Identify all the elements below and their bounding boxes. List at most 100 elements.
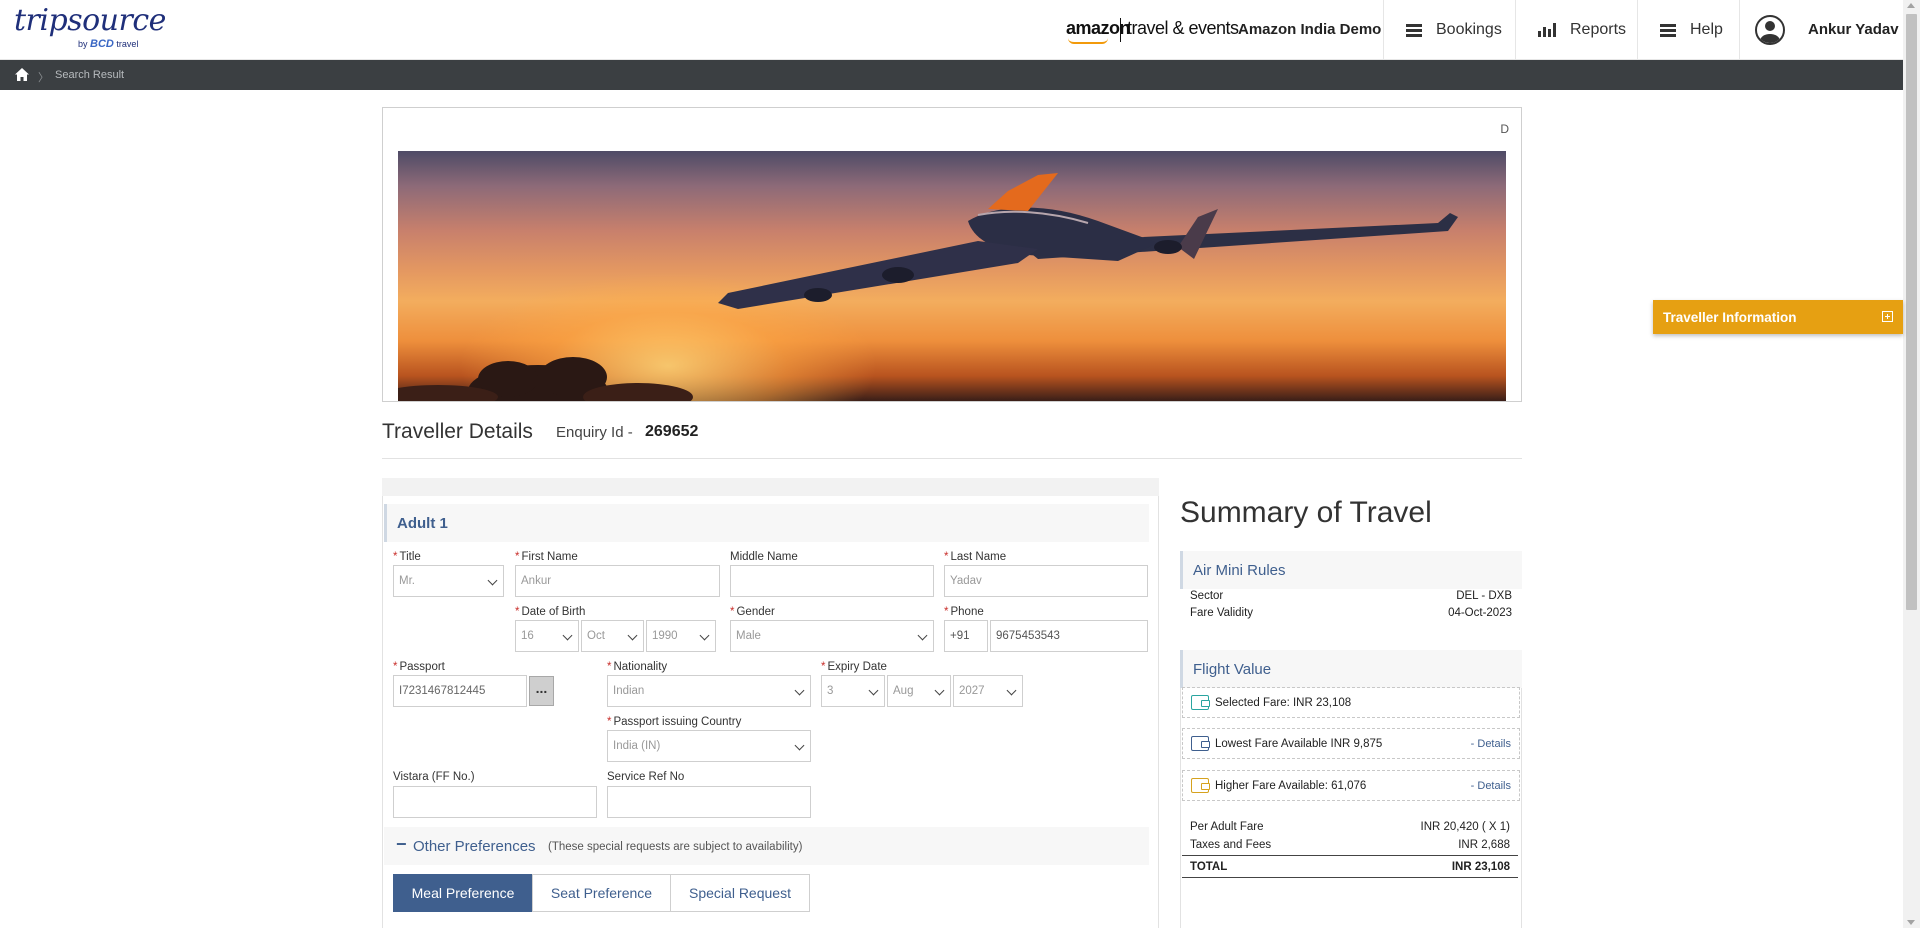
- expiry-month-select[interactable]: Aug: [887, 675, 951, 707]
- bar-chart-icon: [1538, 23, 1556, 37]
- flight-value-title: Flight Value: [1193, 661, 1272, 678]
- phone-country-code[interactable]: +91: [944, 620, 988, 652]
- logo-bcd: BCD: [90, 38, 114, 50]
- nav-reports[interactable]: Reports: [1515, 0, 1637, 60]
- scroll-up-arrow-icon[interactable]: [1907, 3, 1915, 8]
- logo-travel: travel: [116, 39, 139, 49]
- scroll-down-arrow-icon[interactable]: [1907, 920, 1915, 925]
- last-name-field[interactable]: Yadav: [944, 565, 1148, 597]
- service-ref-field[interactable]: [607, 786, 811, 818]
- wallet-icon: [1191, 736, 1210, 751]
- total-row: TOTAL INR 23,108: [1190, 861, 1510, 873]
- higher-fare-details-link[interactable]: - Details: [1471, 780, 1511, 792]
- dob-label: * Date of Birth: [515, 606, 586, 618]
- traveller-details-title: Traveller Details: [382, 420, 533, 443]
- enquiry-id-label: Enquiry Id -: [556, 424, 633, 441]
- gender-label: * Gender: [730, 606, 775, 618]
- collapse-icon[interactable]: −: [396, 834, 407, 855]
- fare-validity-label: Fare Validity: [1190, 607, 1254, 619]
- tab-seat-preference[interactable]: Seat Preference: [532, 874, 671, 912]
- total-divider: [1182, 877, 1518, 878]
- expiry-date-label: * Expiry Date: [821, 661, 887, 673]
- traveller-information-tab[interactable]: Traveller Information: [1653, 300, 1903, 334]
- last-name-label: * Last Name: [944, 551, 1007, 563]
- middle-name-field[interactable]: [730, 565, 934, 597]
- nav-reports-label: Reports: [1570, 21, 1627, 38]
- sector-row: Sector DEL - DXB: [1190, 590, 1512, 602]
- wallet-icon: [1191, 778, 1210, 793]
- taxes-fees-row: Taxes and Fees INR 2,688: [1190, 839, 1510, 851]
- airplane-banner-image: [398, 151, 1506, 401]
- selected-fare-text: Selected Fare: INR 23,108: [1215, 697, 1352, 709]
- dob-month-select[interactable]: Oct: [581, 620, 644, 652]
- travel-events-brand: travel & events: [1127, 18, 1239, 38]
- vertical-scrollbar[interactable]: [1903, 0, 1920, 928]
- sector-label: Sector: [1190, 590, 1224, 602]
- air-mini-rules-title: Air Mini Rules: [1193, 562, 1286, 579]
- passport-more-button[interactable]: ...: [529, 676, 554, 706]
- title-label: * Title: [393, 551, 421, 563]
- middle-name-label: Middle Name: [730, 551, 798, 563]
- issuing-country-label: * Passport issuing Country: [607, 716, 742, 728]
- fare-validity-row: Fare Validity 04-Oct-2023: [1190, 607, 1512, 619]
- user-name[interactable]: Ankur Yadav: [1808, 21, 1899, 38]
- expiry-day-select[interactable]: 3: [821, 675, 885, 707]
- amazon-smile-icon: [1068, 38, 1108, 44]
- lowest-fare-row: Lowest Fare Available INR 9,875 - Detail…: [1182, 728, 1520, 759]
- selected-fare-row: Selected Fare: INR 23,108: [1182, 687, 1520, 718]
- other-preferences-title: Other Preferences: [413, 838, 536, 855]
- nav-bookings[interactable]: Bookings: [1383, 0, 1515, 60]
- ff-no-field[interactable]: [393, 786, 597, 818]
- airplane-icon: [398, 173, 1458, 401]
- nav-bookings-label: Bookings: [1436, 21, 1502, 38]
- home-icon[interactable]: [15, 68, 29, 81]
- enquiry-id-value: 269652: [645, 423, 699, 440]
- tab-special-request[interactable]: Special Request: [670, 874, 810, 912]
- dob-day-select[interactable]: 16: [515, 620, 579, 652]
- issuing-country-select[interactable]: India (IN): [607, 730, 811, 762]
- phone-number-field[interactable]: 9675453543: [990, 620, 1148, 652]
- scrollbar-thumb[interactable]: [1906, 14, 1917, 610]
- phone-label: * Phone: [944, 606, 984, 618]
- flight-value-header: Flight Value: [1180, 650, 1522, 688]
- menu-icon: [1660, 23, 1676, 37]
- divider: [382, 458, 1522, 459]
- adult-1-header: Adult 1: [384, 504, 1149, 542]
- breadcrumb-search-result[interactable]: Search Result: [55, 69, 124, 81]
- higher-fare-row: Higher Fare Available: 61,076 - Details: [1182, 770, 1520, 801]
- tab-meal-preference[interactable]: Meal Preference: [393, 874, 533, 912]
- ff-no-label: Vistara (FF No.): [393, 771, 475, 783]
- service-ref-label: Service Ref No: [607, 771, 685, 783]
- lowest-fare-details-link[interactable]: - Details: [1471, 738, 1511, 750]
- logo-byline: by BCD travel: [78, 38, 138, 50]
- banner-panel: D: [382, 107, 1522, 402]
- other-preferences-header[interactable]: − Other Preferences (These special reque…: [384, 827, 1149, 865]
- logo-wordmark: tripsource: [14, 3, 166, 38]
- lowest-fare-text: Lowest Fare Available INR 9,875: [1215, 738, 1383, 750]
- user-avatar-icon[interactable]: [1755, 15, 1785, 45]
- banner-corner-text: D: [1500, 122, 1509, 136]
- taxes-fees-value: INR 2,688: [1458, 839, 1510, 851]
- dob-year-select[interactable]: 1990: [646, 620, 716, 652]
- top-header: tripsource by BCD travel amazon travel &…: [0, 0, 1903, 60]
- expiry-year-select[interactable]: 2027: [953, 675, 1023, 707]
- company-name: Amazon India Demo: [1238, 21, 1382, 38]
- passport-field[interactable]: I7231467812445: [393, 675, 527, 707]
- passport-label: * Passport: [393, 661, 445, 673]
- first-name-label: * First Name: [515, 551, 578, 563]
- form-top-bar: [382, 478, 1159, 496]
- other-preferences-note: (These special requests are subject to a…: [548, 841, 803, 853]
- expand-icon[interactable]: [1882, 311, 1893, 322]
- nationality-select[interactable]: Indian: [607, 675, 811, 707]
- logo-by: by: [78, 39, 88, 49]
- first-name-field[interactable]: Ankur: [515, 565, 720, 597]
- tripsource-logo[interactable]: tripsource by BCD travel: [14, 3, 166, 51]
- nav-help[interactable]: Help: [1637, 0, 1739, 60]
- title-select[interactable]: Mr.: [393, 565, 504, 597]
- fare-validity-value: 04-Oct-2023: [1448, 607, 1512, 619]
- gender-select[interactable]: Male: [730, 620, 934, 652]
- breadcrumb-separator: 〉: [38, 72, 49, 84]
- total-label: TOTAL: [1190, 861, 1228, 873]
- taxes-fees-label: Taxes and Fees: [1190, 839, 1272, 851]
- total-value: INR 23,108: [1451, 861, 1510, 873]
